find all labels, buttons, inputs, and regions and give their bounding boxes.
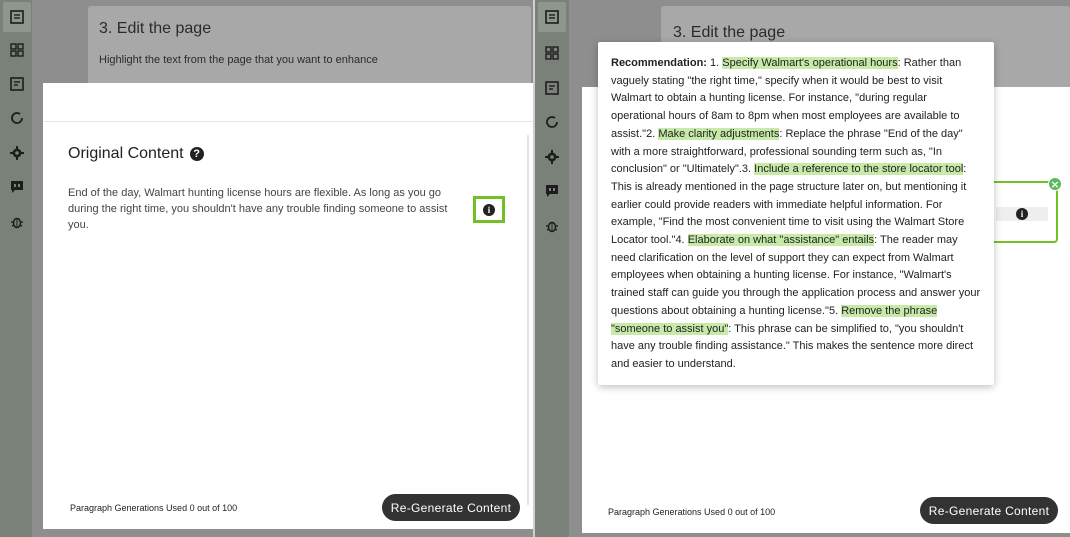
highlighted-phrase: Include a reference to the store locator… — [754, 163, 964, 176]
sidebar-item-quote[interactable] — [538, 176, 566, 206]
selected-paragraph-card[interactable]: i — [992, 181, 1058, 243]
highlighted-phrase: Make clarity adjustments — [658, 127, 780, 140]
regenerate-content-button[interactable]: Re-Generate Content — [920, 497, 1058, 524]
recommendation-segment: 1. — [706, 57, 723, 69]
left-panel: 3. Edit the page Highlight the text from… — [0, 0, 533, 537]
generations-used-text: Paragraph Generations Used 0 out of 100 — [608, 507, 776, 517]
gear-icon — [10, 146, 24, 160]
recommendation-info-button[interactable]: i — [473, 196, 505, 223]
modal-divider — [43, 121, 533, 122]
sidebar-item-settings[interactable] — [3, 138, 31, 168]
sidebar-item-notes[interactable] — [3, 69, 31, 99]
regenerate-content-button[interactable]: Re-Generate Content — [382, 494, 520, 521]
highlighted-phrase: Specify Walmart's operational hours — [722, 57, 898, 69]
content-modal: Original Content ? End of the day, Walma… — [43, 83, 533, 529]
sidebar — [535, 0, 569, 537]
step-title: 3. Edit the page — [99, 20, 212, 37]
sidebar-item-notes[interactable] — [538, 73, 566, 103]
notes-icon — [10, 10, 24, 24]
sidebar-item-settings[interactable] — [538, 142, 566, 172]
recommendation-text: Recommendation: 1. Specify Walmart's ope… — [611, 57, 980, 370]
sidebar-item-dashboard[interactable] — [538, 38, 566, 68]
sidebar-item-dashboard[interactable] — [3, 35, 31, 65]
refresh-icon — [546, 116, 558, 128]
close-icon[interactable]: × — [1048, 177, 1062, 191]
sidebar-item-quote[interactable] — [3, 172, 31, 202]
recommendation-tooltip: Recommendation: 1. Specify Walmart's ope… — [598, 42, 994, 385]
sidebar-item-refresh[interactable] — [538, 107, 566, 137]
quote-icon — [546, 185, 558, 197]
dashboard-icon — [545, 46, 559, 60]
original-content-text: End of the day, Walmart hunting license … — [68, 187, 448, 231]
sidebar-item-content[interactable] — [538, 2, 566, 32]
bug-icon — [546, 221, 558, 233]
recommendation-label: Recommendation: — [611, 57, 707, 69]
gear-icon — [545, 150, 559, 164]
sidebar-item-refresh[interactable] — [3, 103, 31, 133]
info-icon: i — [483, 203, 495, 216]
sidebar-item-content[interactable] — [3, 2, 31, 32]
bug-icon — [11, 217, 23, 229]
generations-used-text: Paragraph Generations Used 0 out of 100 — [70, 503, 238, 513]
notes-icon — [545, 10, 559, 24]
refresh-icon — [11, 112, 23, 124]
help-icon[interactable]: ? — [189, 147, 204, 161]
step-subtitle: Highlight the text from the page that yo… — [99, 54, 378, 66]
info-icon[interactable]: i — [1016, 208, 1028, 220]
dashboard-icon — [10, 43, 24, 57]
original-content-title: Original Content — [68, 145, 184, 162]
sidebar-item-debug[interactable] — [538, 211, 566, 241]
notes-icon — [10, 77, 24, 91]
sidebar — [0, 0, 32, 537]
highlighted-phrase: Elaborate on what "assistance" entails — [687, 234, 875, 247]
step-title: 3. Edit the page — [673, 24, 786, 41]
sidebar-item-debug[interactable] — [3, 207, 31, 237]
notes-icon — [545, 81, 559, 95]
modal-scrollbar[interactable] — [527, 135, 529, 505]
original-content-heading: Original Content ? — [68, 145, 204, 163]
quote-icon — [11, 181, 23, 193]
